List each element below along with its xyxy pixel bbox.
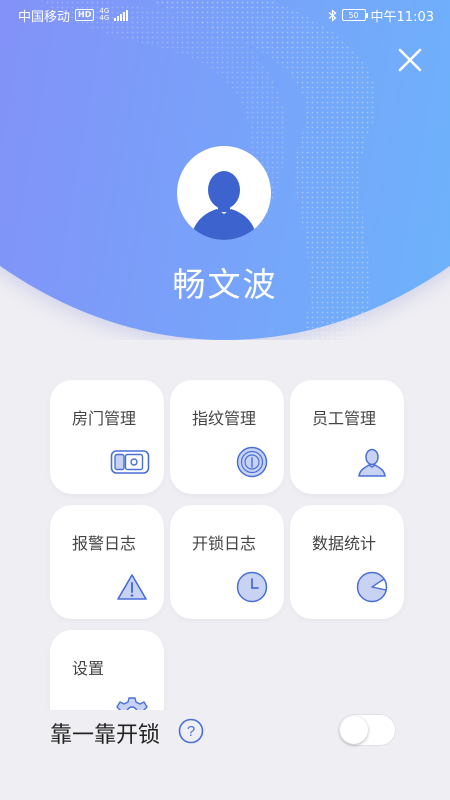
toggle-knob — [340, 716, 368, 744]
user-silhouette-icon — [191, 171, 257, 240]
menu-card-label: 设置 — [72, 659, 105, 678]
avatar[interactable] — [177, 146, 271, 240]
warning-icon — [117, 574, 147, 600]
menu-card-unlock-log[interactable]: 开锁日志 — [170, 505, 284, 619]
menu-card-label: 员工管理 — [312, 409, 377, 428]
clock-icon — [236, 571, 268, 603]
hd-badge: HD — [75, 9, 95, 21]
menu-card-alarm-log[interactable]: 报警日志 — [50, 505, 164, 619]
battery-icon: 50 — [341, 9, 368, 21]
menu-card-door-management[interactable]: 房门管理 — [50, 380, 164, 494]
door-lock-icon — [110, 450, 150, 474]
menu-card-fingerprint-management[interactable]: 指纹管理 — [170, 380, 284, 494]
network-type: 4G 4G — [99, 7, 110, 22]
pie-chart-icon — [356, 571, 388, 603]
clock-time: 中午11:03 — [370, 9, 434, 25]
help-icon[interactable]: ? — [178, 718, 204, 744]
menu-card-label: 数据统计 — [312, 534, 377, 553]
signal-icon — [114, 9, 129, 21]
menu-card-staff-management[interactable]: 员工管理 — [290, 380, 404, 494]
menu-card-label: 开锁日志 — [192, 534, 257, 553]
bluetooth-icon — [328, 8, 336, 22]
fingerprint-icon — [236, 446, 268, 478]
menu-card-label: 指纹管理 — [192, 409, 257, 428]
person-icon — [358, 448, 386, 477]
carrier-name: 中国移动 — [18, 9, 71, 25]
bump-unlock-label: 靠一靠开锁 — [50, 723, 161, 748]
menu-card-data-statistics[interactable]: 数据统计 — [290, 505, 404, 619]
menu-card-label: 报警日志 — [72, 534, 137, 553]
bump-unlock-toggle[interactable] — [338, 714, 396, 746]
svg-text:?: ? — [187, 723, 195, 740]
username: 畅文波 — [172, 265, 278, 304]
close-icon — [398, 48, 422, 72]
close-button[interactable] — [394, 44, 426, 76]
status-bar: 中国移动 HD 4G 4G 50 中午11:03 — [0, 0, 450, 30]
menu-card-label: 房门管理 — [72, 409, 137, 428]
